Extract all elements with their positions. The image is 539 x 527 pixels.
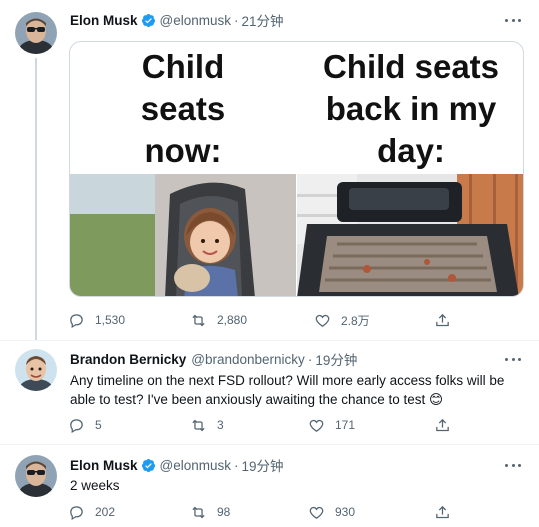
tweet-header: Elon Musk @elonmusk · 19分钟	[70, 455, 284, 475]
tweet-3[interactable]: Elon Musk @elonmusk · 19分钟 2 weeks 202 9…	[0, 445, 539, 527]
retweet-icon	[192, 314, 205, 326]
tweet-text: 2 weeks	[70, 478, 120, 493]
reply-count: 202	[95, 505, 116, 519]
media-panel-right: Child seats back in my day:	[297, 42, 523, 296]
tweet-actions: 5 3 171	[68, 415, 468, 435]
share-icon	[436, 505, 449, 518]
tweet-header: Elon Musk @elonmusk · 21分钟	[70, 10, 284, 30]
like-icon	[309, 419, 324, 432]
author-handle[interactable]: @elonmusk	[160, 13, 231, 28]
retweet-button[interactable]: 2,880	[190, 310, 247, 330]
retweet-count: 3	[217, 418, 224, 432]
timestamp[interactable]: 21分钟	[242, 10, 284, 30]
like-button[interactable]: 171	[308, 415, 355, 435]
separator-dot: ·	[307, 351, 313, 367]
like-count: 171	[335, 418, 356, 432]
verified-badge-icon	[141, 458, 156, 473]
retweet-icon	[192, 506, 205, 518]
media-panel-left: Child seats now:	[70, 42, 296, 296]
like-count: 2.8万	[341, 313, 370, 328]
tweet-header: Brandon Bernicky @brandonbernicky · 19分钟	[70, 349, 357, 369]
retweet-count: 2,880	[217, 313, 248, 327]
author-name[interactable]: Elon Musk	[70, 458, 138, 473]
reply-count: 1,530	[95, 313, 126, 327]
separator-dot: ·	[234, 457, 239, 473]
like-count: 930	[335, 505, 356, 519]
retweet-button[interactable]: 98	[190, 502, 230, 522]
author-name[interactable]: Elon Musk	[70, 13, 138, 28]
share-icon	[436, 418, 449, 431]
separator-dot: ·	[234, 12, 239, 28]
pickup-truck-bed-photo	[297, 174, 523, 296]
tweet-1[interactable]: Elon Musk @elonmusk · 21分钟 Child seats n…	[0, 0, 539, 340]
reply-icon	[70, 313, 83, 328]
like-icon	[315, 314, 330, 327]
child-car-seat-photo	[70, 174, 296, 296]
avatar[interactable]	[15, 12, 57, 54]
author-handle[interactable]: @brandonbernicky	[191, 352, 305, 367]
more-icon[interactable]	[505, 457, 521, 473]
avatar[interactable]	[15, 455, 57, 497]
author-name[interactable]: Brandon Bernicky	[70, 352, 186, 367]
more-icon[interactable]	[505, 12, 521, 28]
more-icon[interactable]	[505, 351, 521, 367]
like-button[interactable]: 2.8万	[314, 310, 370, 330]
avatar[interactable]	[15, 349, 57, 391]
like-icon	[309, 506, 324, 519]
tweet-2[interactable]: Brandon Bernicky @brandonbernicky · 19分钟…	[0, 341, 539, 444]
like-button[interactable]: 930	[308, 502, 355, 522]
share-button[interactable]	[434, 310, 451, 330]
reply-icon	[70, 505, 83, 520]
verified-badge-icon	[141, 13, 156, 28]
media-caption-left: Child seats now:	[140, 48, 226, 169]
tweet-text: Any timeline on the next FSD rollout? Wi…	[70, 373, 505, 407]
media-caption-right: Child seats back in my day:	[322, 48, 500, 169]
timestamp[interactable]: 19分钟	[315, 349, 357, 369]
share-icon	[436, 313, 449, 326]
share-button[interactable]	[434, 502, 451, 522]
retweet-button[interactable]: 3	[190, 415, 224, 435]
tweet-actions: 1,530 2,880 2.8万	[68, 310, 468, 330]
author-handle[interactable]: @elonmusk	[160, 458, 231, 473]
reply-icon	[70, 418, 83, 433]
retweet-icon	[192, 419, 205, 431]
retweet-count: 98	[217, 505, 231, 519]
reply-button[interactable]: 202	[68, 502, 115, 522]
timestamp[interactable]: 19分钟	[242, 455, 284, 475]
reply-button[interactable]: 5	[68, 415, 102, 435]
tweet-media-image[interactable]: Child seats now: Child seats back in my …	[69, 41, 524, 297]
tweet-actions: 202 98 930	[68, 502, 468, 522]
share-button[interactable]	[434, 415, 451, 435]
reply-count: 5	[95, 418, 102, 432]
reply-button[interactable]: 1,530	[68, 310, 125, 330]
